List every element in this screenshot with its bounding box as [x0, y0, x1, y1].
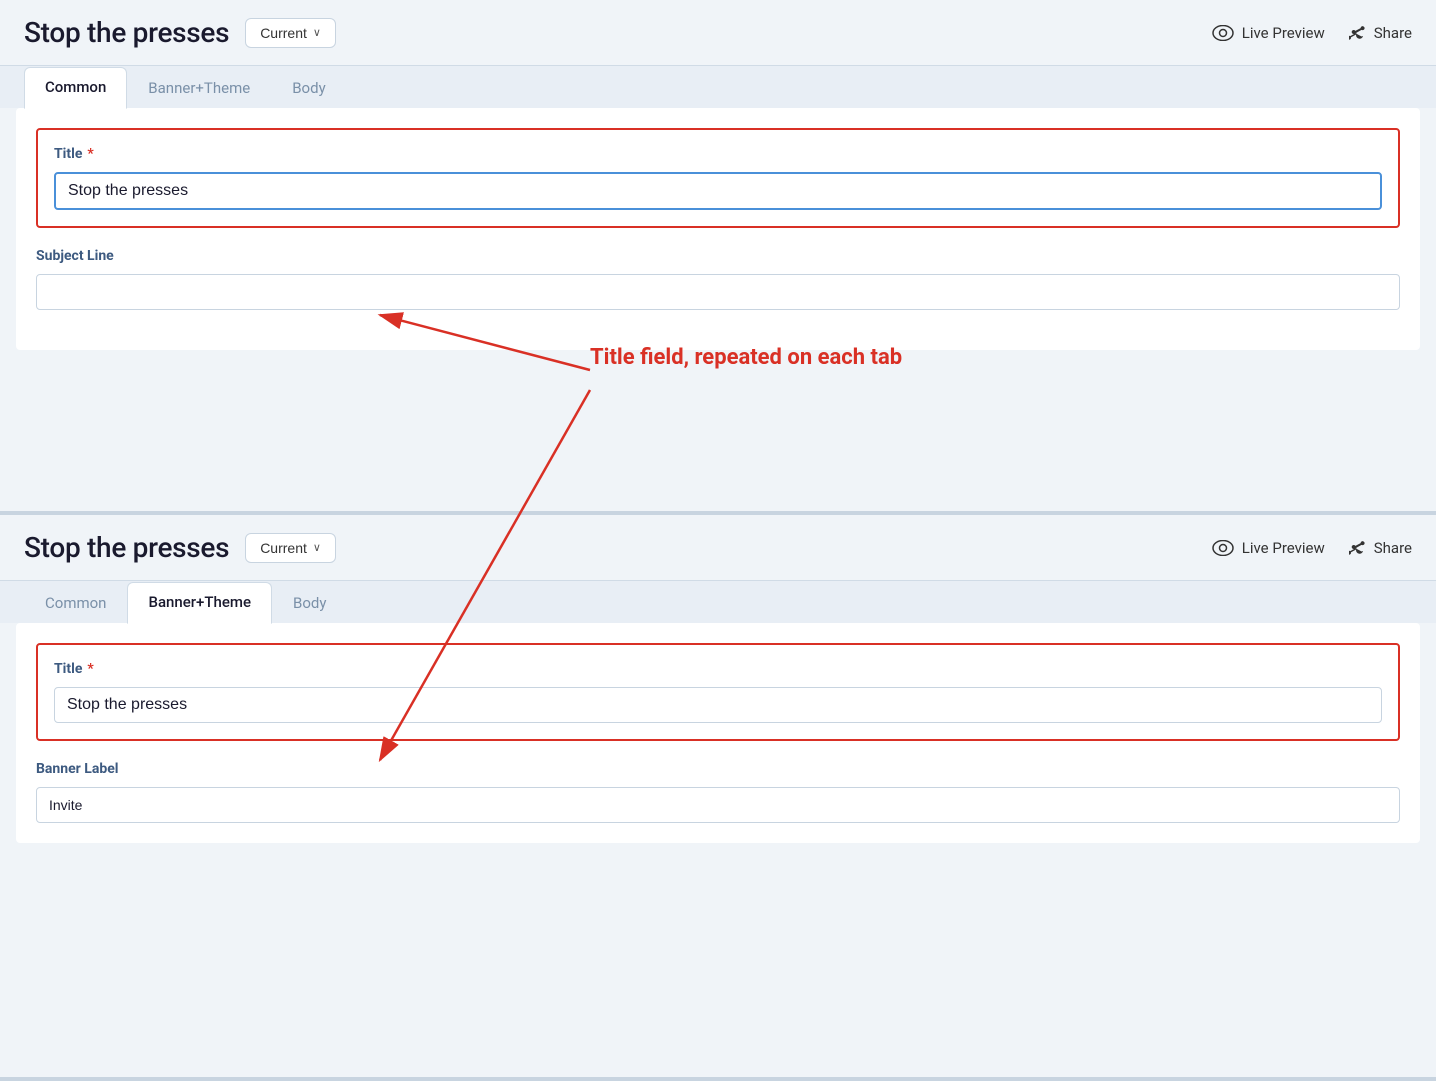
title-field-label-1: Title *: [54, 146, 1382, 162]
title-section-2: Title *: [36, 643, 1400, 741]
banner-section-2: Banner Label: [36, 761, 1400, 823]
panel-2-content: Title * Banner Label: [16, 623, 1420, 843]
live-preview-button-1[interactable]: Live Preview: [1212, 24, 1325, 42]
share-icon-1: [1349, 24, 1367, 42]
tab-body-2[interactable]: Body: [272, 583, 347, 624]
panel-1-title: Stop the presses: [24, 16, 229, 49]
subject-section-1: Subject Line: [36, 248, 1400, 310]
share-button-2[interactable]: Share: [1349, 539, 1412, 557]
chevron-down-icon-1: ∨: [313, 26, 321, 39]
tab-common-1[interactable]: Common: [24, 67, 127, 109]
chevron-down-icon-2: ∨: [313, 541, 321, 554]
title-input-2[interactable]: [54, 687, 1382, 723]
panel-2-header: Stop the presses Current ∨ Live Preview …: [0, 515, 1436, 580]
version-label-1: Current: [260, 25, 307, 41]
panel-1-header: Stop the presses Current ∨ Live Preview …: [0, 0, 1436, 65]
share-icon-2: [1349, 539, 1367, 557]
version-dropdown-1[interactable]: Current ∨: [245, 18, 336, 48]
title-section-1: Title *: [36, 128, 1400, 228]
live-preview-button-2[interactable]: Live Preview: [1212, 539, 1325, 557]
version-label-2: Current: [260, 540, 307, 556]
header-right-1: Live Preview Share: [1212, 24, 1412, 42]
tab-body-1[interactable]: Body: [271, 68, 346, 109]
subject-input-1[interactable]: [36, 274, 1400, 310]
banner-input-2[interactable]: [36, 787, 1400, 823]
banner-field-label-2: Banner Label: [36, 761, 1400, 777]
version-dropdown-2[interactable]: Current ∨: [245, 533, 336, 563]
required-star-1: *: [87, 146, 93, 162]
share-label-2: Share: [1374, 539, 1412, 557]
tabs-row-2: Common Banner+Theme Body: [0, 580, 1436, 623]
panel-2: Stop the presses Current ∨ Live Preview …: [0, 515, 1436, 1081]
subject-field-label-1: Subject Line: [36, 248, 1400, 264]
share-label-1: Share: [1374, 24, 1412, 42]
share-button-1[interactable]: Share: [1349, 24, 1412, 42]
eye-icon-1: [1212, 25, 1234, 41]
panel-1-content: Title * Subject Line: [16, 108, 1420, 350]
live-preview-label-2: Live Preview: [1242, 539, 1325, 557]
header-right-2: Live Preview Share: [1212, 539, 1412, 557]
tab-banner-theme-2[interactable]: Banner+Theme: [127, 582, 272, 624]
tab-banner-theme-1[interactable]: Banner+Theme: [127, 68, 271, 109]
title-field-label-2: Title *: [54, 661, 1382, 677]
eye-icon-2: [1212, 540, 1234, 556]
title-input-1[interactable]: [54, 172, 1382, 210]
tabs-row-1: Common Banner+Theme Body: [0, 65, 1436, 108]
panel-2-title: Stop the presses: [24, 531, 229, 564]
tab-common-2[interactable]: Common: [24, 583, 127, 624]
panel-1: Stop the presses Current ∨ Live Preview …: [0, 0, 1436, 515]
live-preview-label-1: Live Preview: [1242, 24, 1325, 42]
required-star-2: *: [87, 661, 93, 677]
